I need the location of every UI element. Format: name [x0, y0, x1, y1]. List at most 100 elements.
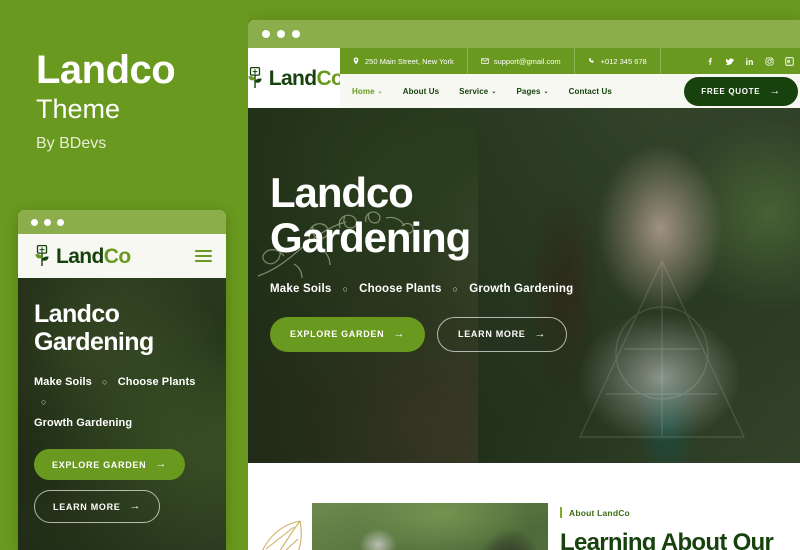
map-pin-icon	[353, 57, 359, 65]
mobile-window-titlebar	[18, 210, 226, 234]
site-header: LandCo 250 Main Street, New York support…	[248, 48, 800, 108]
mobile-hero-features: Make Soils ○ Choose Plants ○ Growth Gard…	[34, 372, 210, 433]
about-label-bar	[560, 507, 562, 518]
hero-content: Landco Gardening Make Soils ○ Choose Pla…	[248, 108, 800, 352]
hero-feature-list: Make Soils ○ Choose Plants ○ Growth Gard…	[270, 283, 800, 295]
nav-item-contact-us-label: Contact Us	[568, 86, 612, 96]
window-dot-green	[57, 218, 64, 226]
mobile-hero-title-line2: Gardening	[34, 328, 154, 356]
hero-section: Landco Gardening Make Soils ○ Choose Pla…	[248, 108, 800, 463]
mobile-learn-more-button[interactable]: LEARN MORE →	[34, 490, 161, 524]
feature-separator-icon-2: ○	[41, 397, 47, 408]
nav-item-contact-us[interactable]: Contact Us	[569, 87, 612, 96]
desktop-window-titlebar	[248, 20, 800, 48]
nav-links: Home ⌄ About Us Service ⌄ Pages ⌄ Contac…	[352, 87, 612, 96]
nav-item-home-label: Home	[352, 86, 375, 96]
nav-item-about-us[interactable]: About Us	[403, 87, 439, 96]
mobile-navbar: LandCo	[18, 234, 226, 278]
instagram-icon[interactable]	[765, 56, 774, 66]
hero-feature-2: Choose Plants	[359, 282, 442, 295]
mobile-hero-buttons: EXPLORE GARDEN → LEARN MORE →	[34, 449, 210, 524]
mobile-logo[interactable]: LandCo	[32, 245, 131, 267]
window-dot-yellow	[277, 30, 285, 38]
mobile-mockup: LandCo Landco Gardening Make Soils ○ Cho…	[18, 210, 226, 550]
hero-feature-1: Make Soils	[270, 282, 332, 295]
hero-title-line2: Gardening	[270, 214, 471, 262]
nav-item-service[interactable]: Service ⌄	[459, 87, 496, 96]
explore-garden-button[interactable]: EXPLORE GARDEN →	[270, 316, 426, 352]
topbar-phone[interactable]: +012 345 678	[575, 48, 661, 74]
about-label: About LandCo	[560, 507, 800, 518]
promo-author: By BDevs	[36, 135, 107, 152]
window-dot-green	[292, 30, 300, 38]
desktop-mockup: LandCo 250 Main Street, New York support…	[248, 20, 800, 550]
about-content: About LandCo Learning About Our Company …	[548, 463, 800, 550]
behance-icon[interactable]	[785, 56, 794, 66]
hamburger-bar-2	[195, 255, 212, 257]
free-quote-button[interactable]: FREE QUOTE →	[684, 76, 798, 106]
feature-separator-icon-2: ○	[452, 283, 459, 294]
nav-item-pages-label: Pages	[516, 86, 541, 96]
hamburger-bar-1	[195, 250, 212, 252]
nav-item-home[interactable]: Home ⌄	[352, 87, 383, 96]
logo-text-co: Co	[103, 244, 131, 268]
mobile-learn-more-label: LEARN MORE	[53, 501, 121, 512]
about-title-line1: Learning About Our	[560, 529, 774, 550]
topbar-email[interactable]: support@gmail.com	[468, 48, 575, 74]
nav-item-pages[interactable]: Pages ⌄	[516, 87, 548, 96]
arrow-right-icon: →	[155, 458, 168, 471]
plant-sprout-icon	[248, 67, 262, 88]
about-media	[248, 463, 548, 550]
desktop-logo[interactable]: LandCo	[248, 48, 344, 108]
hero-feature-3: Growth Gardening	[469, 282, 574, 295]
topbar-email-text: support@gmail.com	[493, 56, 561, 66]
promo-title: Landco	[36, 48, 176, 92]
nav-item-service-label: Service	[459, 86, 489, 96]
mobile-feature-2: Choose Plants	[117, 376, 196, 388]
promo-panel: Landco Theme By BDevs LandCo Landco Gard…	[0, 0, 248, 550]
envelope-icon	[481, 58, 489, 64]
arrow-right-icon-2: →	[534, 327, 547, 340]
main-navigation: Home ⌄ About Us Service ⌄ Pages ⌄ Contac…	[340, 74, 800, 108]
nav-item-about-us-label: About Us	[402, 86, 440, 96]
topbar-address-text: 250 Main Street, New York	[365, 56, 454, 66]
window-dot-yellow	[44, 218, 51, 226]
about-label-text: About LandCo	[569, 507, 630, 518]
hero-buttons: EXPLORE GARDEN → LEARN MORE →	[270, 316, 800, 352]
explore-garden-label: EXPLORE GARDEN	[290, 329, 385, 340]
facebook-icon[interactable]	[705, 57, 714, 66]
linkedin-icon[interactable]	[745, 57, 754, 66]
topbar-phone-text: +012 345 678	[600, 56, 647, 66]
window-dot-red	[262, 30, 270, 38]
mobile-feature-3: Growth Gardening	[34, 416, 133, 429]
window-dot-red	[31, 218, 38, 226]
feature-separator-icon: ○	[102, 377, 108, 387]
topbar-address[interactable]: 250 Main Street, New York	[350, 48, 468, 74]
promo-subtitle: Theme	[36, 94, 121, 124]
twitter-icon[interactable]	[725, 57, 734, 66]
hamburger-menu-icon[interactable]	[195, 250, 212, 262]
chevron-down-icon-2: ⌄	[491, 88, 497, 95]
logo-text-land: Land	[268, 66, 317, 90]
mobile-explore-garden-label: EXPLORE GARDEN	[52, 459, 147, 470]
social-links	[705, 56, 800, 66]
top-contact-bar: 250 Main Street, New York support@gmail.…	[340, 48, 800, 74]
chevron-down-icon-3: ⌄	[543, 88, 549, 95]
mobile-hero-title-line1: Landco	[34, 300, 120, 328]
mobile-logo-text: LandCo	[56, 246, 131, 267]
chevron-down-icon: ⌄	[377, 88, 383, 95]
arrow-right-icon: →	[769, 84, 781, 97]
arrow-right-icon: →	[393, 327, 406, 340]
mobile-explore-garden-button[interactable]: EXPLORE GARDEN →	[34, 449, 186, 481]
hamburger-bar-3	[195, 260, 212, 262]
learn-more-button[interactable]: LEARN MORE →	[437, 316, 568, 352]
hero-title-line1: Landco	[270, 169, 414, 216]
about-photo	[312, 503, 548, 550]
about-section: About LandCo Learning About Our Company …	[248, 463, 800, 550]
plant-sprout-icon	[35, 245, 49, 266]
learn-more-label: LEARN MORE	[458, 329, 526, 340]
arrow-right-icon-2: →	[129, 500, 142, 513]
mobile-hero-section: Landco Gardening Make Soils ○ Choose Pla…	[18, 278, 226, 550]
decorative-leaf-icon	[262, 520, 302, 550]
free-quote-label: FREE QUOTE	[701, 86, 761, 96]
